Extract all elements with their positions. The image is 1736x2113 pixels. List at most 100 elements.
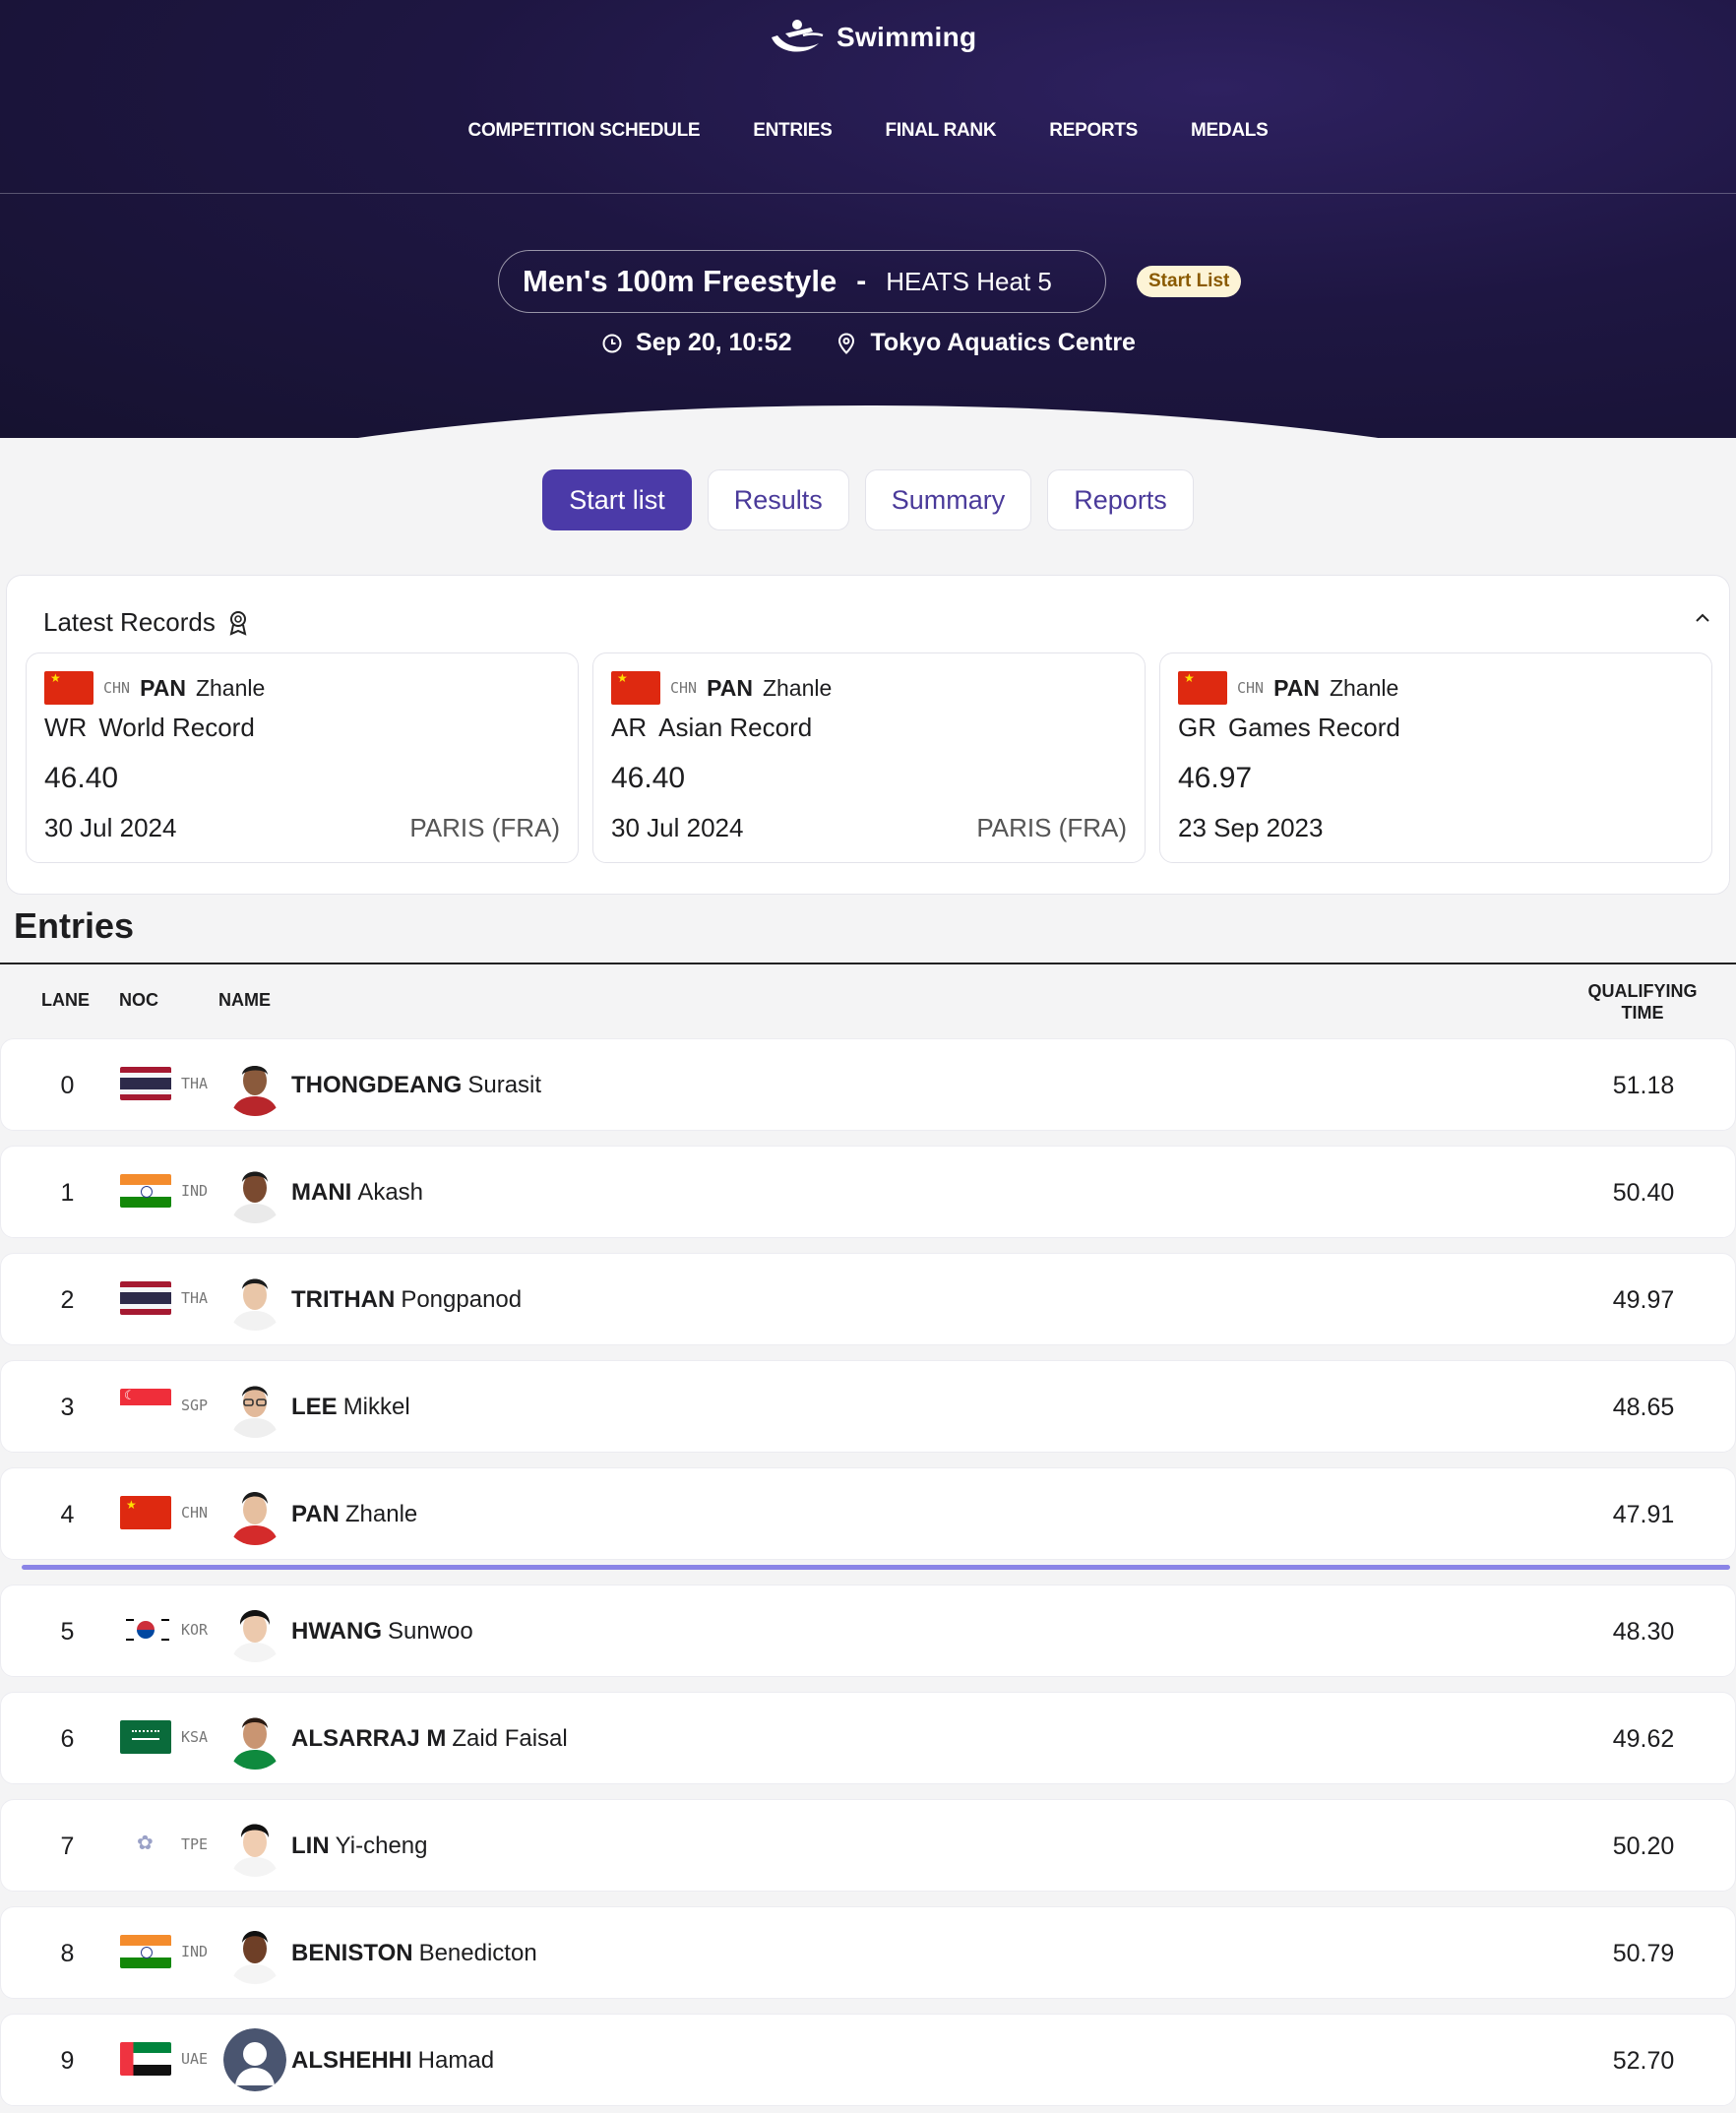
athlete-name[interactable]: TRITHAN Pongpanod bbox=[291, 1254, 522, 1346]
record-abbr: GR bbox=[1178, 713, 1216, 742]
athlete-name[interactable]: ALSARRAJ M Zaid Faisal bbox=[291, 1693, 568, 1785]
status-badge: Start List bbox=[1137, 266, 1242, 297]
view-tabs: Start list Results Summary Reports bbox=[0, 469, 1736, 530]
record-date: 30 Jul 2024 bbox=[44, 813, 177, 842]
record-type-label: Asian Record bbox=[658, 713, 813, 742]
noc-code: UAE bbox=[181, 2050, 209, 2068]
noc-cell: UAE bbox=[120, 2042, 208, 2076]
records-header[interactable]: Latest Records bbox=[43, 607, 249, 638]
flag-uae-icon bbox=[120, 2042, 171, 2076]
athlete-given-name: Yi-cheng bbox=[335, 1833, 428, 1859]
avatar bbox=[223, 1599, 286, 1662]
noc-code: IND bbox=[181, 1943, 209, 1960]
location-pin-icon bbox=[838, 332, 855, 354]
flag-chn-icon bbox=[611, 671, 660, 705]
avatar bbox=[223, 1160, 286, 1223]
table-row[interactable]: 7 TPE LINYi-cheng 50.20 bbox=[0, 1799, 1736, 1892]
table-row[interactable]: 4 CHN PANZhanle 47.91 bbox=[0, 1467, 1736, 1560]
lane-number: 7 bbox=[1, 1800, 135, 1893]
lane-number-text: 3 bbox=[60, 1393, 75, 1421]
table-row[interactable]: 1 IND MANI Akash 50.40 bbox=[0, 1146, 1736, 1238]
award-icon bbox=[229, 610, 247, 636]
athlete-name[interactable]: THONGDEANG Surasit bbox=[291, 1039, 541, 1132]
qualifying-time: 49.97 bbox=[1612, 1285, 1675, 1314]
tab-summary[interactable]: Summary bbox=[864, 469, 1032, 530]
avatar bbox=[223, 1268, 286, 1331]
lane-number-text: 7 bbox=[60, 1832, 75, 1860]
record-time: 46.97 bbox=[1178, 762, 1253, 794]
records-title: Latest Records bbox=[43, 607, 216, 637]
athlete-name[interactable]: BENISTON Benedicton bbox=[291, 1907, 537, 2000]
table-row[interactable]: 5 KOR HWANG Sunwoo 48.30 bbox=[0, 1585, 1736, 1677]
tab-reports[interactable]: Reports bbox=[1047, 469, 1194, 530]
athlete-family-name: MANI bbox=[291, 1179, 352, 1206]
lane-number: 2 bbox=[1, 1254, 135, 1346]
athlete-given-name: Zhanle bbox=[344, 1501, 418, 1527]
table-row[interactable]: 9 UAE ALSHEHHI Hamad 52.70 bbox=[0, 2014, 1736, 2106]
record-noc: CHN bbox=[103, 679, 131, 697]
avatar bbox=[223, 1921, 286, 1984]
chevron-up-icon[interactable] bbox=[1692, 607, 1713, 629]
lane-number-text: 9 bbox=[60, 2046, 75, 2075]
record-card: CHN PAN Zhanle WR World Record 46.40 30 J… bbox=[26, 653, 579, 863]
tab-results[interactable]: Results bbox=[707, 469, 849, 530]
event-title-pill: Men's 100m Freestyle - HEATS Heat 5 bbox=[498, 250, 1106, 313]
noc-cell: KSA bbox=[120, 1720, 208, 1754]
avatar bbox=[223, 1707, 286, 1770]
event-venue-text: Tokyo Aquatics Centre bbox=[870, 329, 1136, 356]
qualifying-time: 51.18 bbox=[1612, 1071, 1675, 1099]
clock-icon bbox=[602, 334, 622, 352]
table-row[interactable]: 8 IND BENISTON Benedicton 50.79 bbox=[0, 1906, 1736, 1999]
table-row[interactable]: 6 KSA ALSARRAJ M Zaid Faisal 49.62 bbox=[0, 1692, 1736, 1784]
athlete-given-name: Benedicton bbox=[418, 1940, 537, 1966]
lane-number-text: 4 bbox=[60, 1500, 75, 1528]
flag-tha-icon bbox=[120, 1067, 171, 1100]
athlete-given-name: Pongpanod bbox=[401, 1286, 523, 1313]
record-noc: CHN bbox=[670, 679, 698, 697]
table-row[interactable]: 3 SGP LEEMikkel 48.65 bbox=[0, 1360, 1736, 1453]
avatar bbox=[223, 1053, 286, 1116]
nav-competition-schedule[interactable]: COMPETITION SCHEDULE bbox=[468, 120, 701, 142]
record-abbr: AR bbox=[611, 713, 648, 742]
noc-cell: KOR bbox=[120, 1613, 208, 1647]
lane-number: 0 bbox=[1, 1039, 135, 1132]
flag-chn-icon bbox=[44, 671, 93, 705]
flag-kor-icon bbox=[120, 1613, 171, 1647]
event-meta: Sep 20, 10:52 Tokyo Aquatics Centre bbox=[0, 329, 1736, 357]
record-place: PARIS (FRA) bbox=[409, 813, 560, 842]
swimmer-logo-icon bbox=[772, 20, 824, 52]
table-row[interactable]: 0 THA THONGDEANG Surasit 51.18 bbox=[0, 1038, 1736, 1131]
athlete-family-name: HWANG bbox=[291, 1618, 382, 1645]
qualifying-time: 48.65 bbox=[1612, 1393, 1675, 1421]
athlete-name[interactable]: HWANG Sunwoo bbox=[291, 1585, 473, 1678]
nav-medals[interactable]: MEDALS bbox=[1191, 120, 1269, 142]
athlete-given-name: Surasit bbox=[467, 1072, 542, 1098]
noc-code: CHN bbox=[181, 1504, 209, 1522]
athlete-family-name: ALSARRAJ M bbox=[291, 1725, 447, 1752]
athlete-name[interactable]: PAN Zhanle bbox=[291, 1468, 417, 1561]
qualifying-time: 47.91 bbox=[1612, 1500, 1675, 1528]
lane-number: 9 bbox=[1, 2015, 135, 2107]
flag-chn-icon bbox=[120, 1496, 171, 1529]
tab-start-list[interactable]: Start list bbox=[542, 469, 692, 530]
record-family-name: PAN bbox=[1273, 674, 1320, 701]
athlete-given-name: Zaid Faisal bbox=[452, 1725, 568, 1752]
nav-entries[interactable]: ENTRIES bbox=[753, 120, 833, 142]
event-separator: - bbox=[856, 265, 867, 297]
logo[interactable]: Swimming bbox=[768, 16, 976, 59]
event-datetime-text: Sep 20, 10:52 bbox=[636, 329, 792, 356]
col-name: NAME bbox=[218, 990, 271, 1010]
flag-ind-icon bbox=[120, 1935, 171, 1968]
athlete-name[interactable]: LEE Mikkel bbox=[291, 1361, 410, 1454]
nav-final-rank[interactable]: FINAL RANK bbox=[886, 120, 997, 142]
nav-reports[interactable]: REPORTS bbox=[1049, 120, 1138, 142]
athlete-name[interactable]: LIN Yi-cheng bbox=[291, 1800, 428, 1893]
flag-chn-icon bbox=[1178, 671, 1227, 705]
qualifying-time: 50.79 bbox=[1612, 1939, 1675, 1967]
athlete-name[interactable]: ALSHEHHI Hamad bbox=[291, 2015, 494, 2107]
entries-table-header: LANE NOC NAME QUALIFYING TIME bbox=[0, 980, 1736, 1024]
record-time: 46.40 bbox=[44, 762, 119, 794]
noc-cell: IND bbox=[120, 1935, 208, 1968]
table-row[interactable]: 2 THA TRITHAN Pongpanod 49.97 bbox=[0, 1253, 1736, 1345]
athlete-name[interactable]: MANI Akash bbox=[291, 1147, 423, 1239]
